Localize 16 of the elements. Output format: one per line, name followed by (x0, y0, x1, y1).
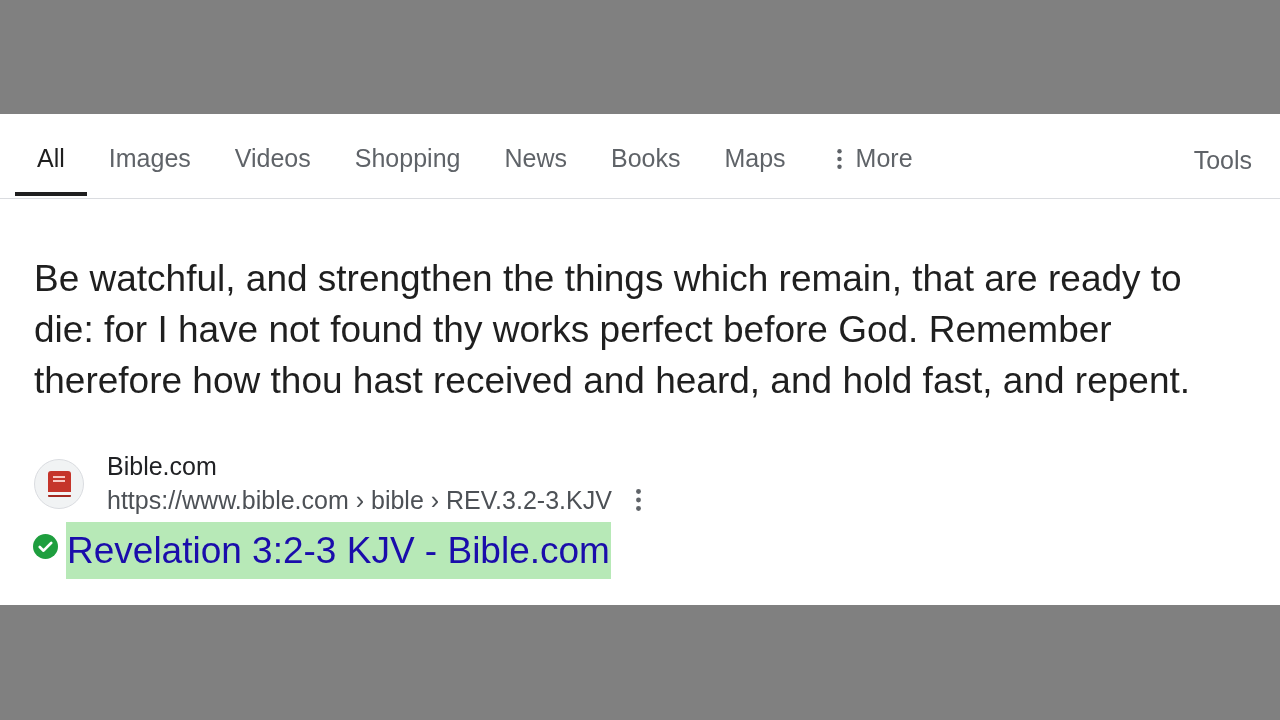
book-favicon-icon (34, 459, 84, 509)
result-url: https://www.bible.com › bible › REV.3.2-3.KJV (107, 485, 612, 516)
search-tab[interactable]: All (15, 140, 87, 196)
search-tab[interactable]: Books (588, 140, 703, 196)
search-tab[interactable]: News (482, 140, 589, 196)
result-title-link[interactable]: Revelation 3:2-3 KJV - Bible.com (66, 522, 611, 579)
vertical-dots-icon (636, 489, 642, 511)
tools-button[interactable]: Tools (1173, 140, 1272, 196)
more-dots-icon (836, 149, 842, 169)
search-tab[interactable]: Maps (702, 140, 808, 196)
search-tab[interactable]: Videos (212, 140, 333, 196)
search-tab[interactable]: Shopping (332, 140, 483, 196)
site-name: Bible.com (107, 451, 218, 482)
more-menu-tab[interactable]: More (814, 140, 935, 196)
snippet-text: Be watchful, and strengthen the things which remain, that are ready to die: for I have not found thy works perfect before God. Remember therefore how thou hast received and heard, and hold fast, and repent. (34, 257, 1191, 403)
search-tab[interactable]: Images (86, 140, 213, 196)
